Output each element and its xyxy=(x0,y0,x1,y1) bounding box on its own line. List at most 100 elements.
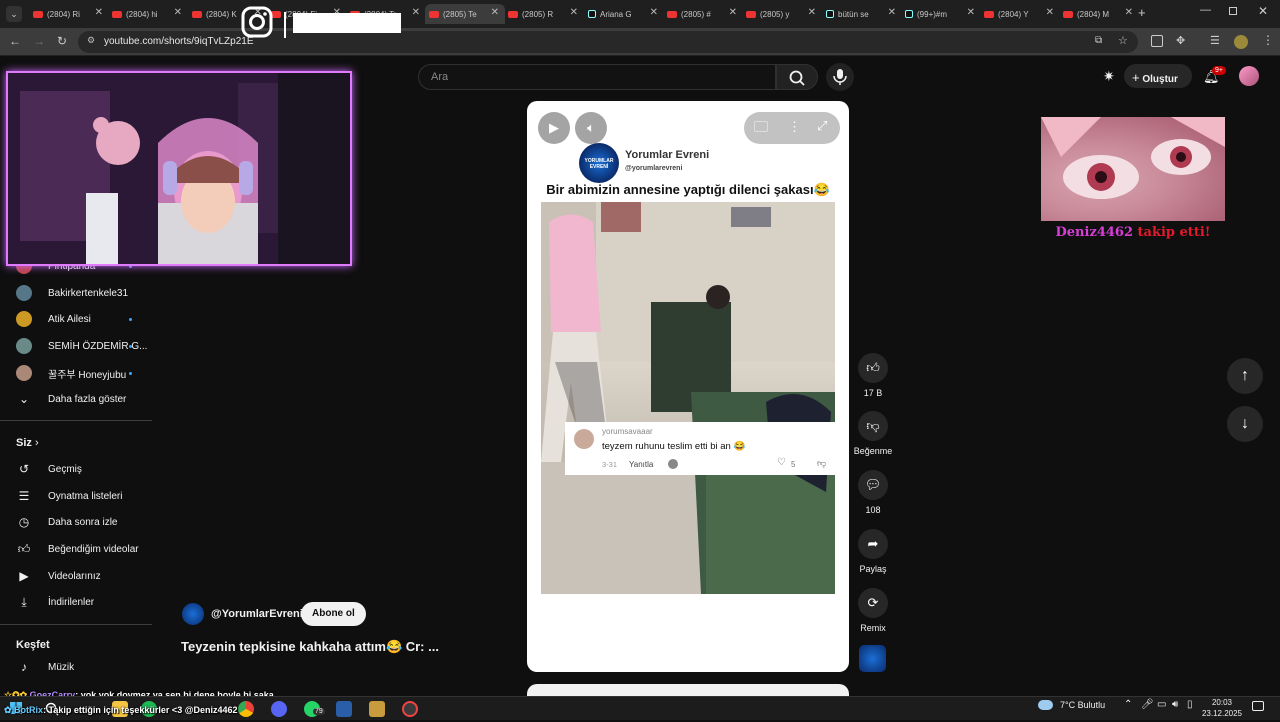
browser-tab[interactable]: (2804) Y ✕ xyxy=(980,4,1060,24)
you-section-header[interactable]: Siz › xyxy=(16,437,39,449)
obs-icon[interactable] xyxy=(402,701,418,717)
sidebar-item-your-videos[interactable]: ▶ Videolarınız xyxy=(16,564,100,588)
browser-tab[interactable]: (2804) M ✕ xyxy=(1059,4,1139,24)
extension-icon[interactable] xyxy=(1151,35,1163,47)
url-field[interactable]: ⚙ youtube.com/shorts/9iqTvLZp21E ⧉ ☆ xyxy=(78,31,1138,53)
video-scene xyxy=(541,202,835,594)
speaker-icon[interactable]: 🔊︎ xyxy=(1172,699,1178,710)
microphone-tray-icon[interactable]: 🎤︎ xyxy=(1141,699,1154,710)
browser-tab[interactable]: (2804) hi ✕ xyxy=(108,4,188,24)
sidebar-subscription[interactable]: Bakirkertenkele31 xyxy=(16,281,128,305)
close-tab-icon[interactable]: ✕ xyxy=(491,7,499,18)
dislike-button[interactable]: 👎︎ Beğenme xyxy=(852,411,894,456)
close-tab-icon[interactable]: ✕ xyxy=(808,7,816,18)
voice-search-button[interactable] xyxy=(826,63,854,91)
fullscreen-icon[interactable]: ⤢ xyxy=(817,118,827,134)
show-more-label: Daha fazla göster xyxy=(48,393,127,405)
battery-icon[interactable]: ▯ xyxy=(1187,699,1193,710)
new-tab-icon[interactable]: + xyxy=(1138,5,1146,20)
clock[interactable]: 20:03 23.12.2025 xyxy=(1200,697,1244,719)
browser-tab[interactable]: (2805) # ✕ xyxy=(663,4,743,24)
sidebar-item-downloads[interactable]: ⤓ İndirilenler xyxy=(16,590,94,614)
share-button[interactable]: ➦ Paylaş xyxy=(852,529,894,574)
close-tab-icon[interactable]: ✕ xyxy=(888,7,896,18)
play-button[interactable]: ▶ xyxy=(538,112,570,144)
like-count: 17 B xyxy=(863,388,883,398)
follow-message: takip etti! xyxy=(1137,225,1211,240)
search-button[interactable] xyxy=(776,64,818,90)
forward-icon[interactable]: → xyxy=(33,34,45,48)
show-more-button[interactable]: ⌄ Daha fazla göster xyxy=(16,387,126,411)
comment-reply: Yanıtla xyxy=(629,460,654,469)
browser-tab[interactable]: (2805) R ✕ xyxy=(504,4,584,24)
discord-icon[interactable] xyxy=(271,701,287,717)
close-tab-icon[interactable]: ✕ xyxy=(967,7,975,18)
divider xyxy=(0,420,152,421)
browser-tab[interactable]: Ariana G ✕ xyxy=(584,4,664,24)
sound-channel-avatar[interactable] xyxy=(859,645,886,672)
tiktok-icon xyxy=(826,10,834,18)
previous-short-button[interactable]: ↑ xyxy=(1227,358,1263,394)
browser-tab[interactable]: (2804) Ri ✕ xyxy=(29,4,109,24)
next-short-button[interactable]: ↓ xyxy=(1227,406,1263,442)
subscribe-button[interactable]: Abone ol xyxy=(301,602,366,626)
puzzle-icon[interactable]: ✥ xyxy=(1176,34,1185,47)
weather-text: 7°C Bulutlu xyxy=(1060,700,1106,710)
reload-icon[interactable]: ↻ xyxy=(57,34,67,48)
close-tab-icon[interactable]: ✕ xyxy=(729,7,737,18)
bookmark-star-icon[interactable]: ☆ xyxy=(1118,34,1128,47)
steam-icon[interactable] xyxy=(336,701,352,717)
close-tab-icon[interactable]: ✕ xyxy=(412,7,420,18)
volume-button[interactable]: 🔈︎ xyxy=(575,112,607,144)
sidebar-subscription[interactable]: Atik Ailesi xyxy=(16,307,91,331)
webcam-scene xyxy=(8,73,350,264)
close-tab-icon[interactable]: ✕ xyxy=(570,7,578,18)
sidebar-item-playlists[interactable]: ☰ Oynatma listeleri xyxy=(16,484,123,508)
league-icon[interactable] xyxy=(369,701,385,717)
sidebar-item-liked-videos[interactable]: 👍︎ Beğendiğim videolar xyxy=(16,537,139,561)
close-tab-icon[interactable]: ✕ xyxy=(1125,7,1133,18)
channel-name: SEMİH ÖZDEMİR G... xyxy=(48,340,148,352)
close-window-icon[interactable]: ✕ xyxy=(1258,4,1268,18)
sidebar-subscription[interactable]: SEMİH ÖZDEMİR G... xyxy=(16,334,147,358)
captions-icon[interactable] xyxy=(754,121,768,132)
browser-tab[interactable]: bütün se ✕ xyxy=(822,4,902,24)
youtube-studio-icon[interactable]: ✷ xyxy=(1103,68,1115,85)
site-info-icon[interactable]: ⚙ xyxy=(87,35,95,46)
sidebar-item-watch-later[interactable]: ◷ Daha sonra izle xyxy=(16,510,118,534)
sidebar-subscription[interactable]: 꿀주부 Honeyjubu xyxy=(16,361,126,385)
like-button[interactable]: 👍︎ 17 B xyxy=(852,353,894,398)
reading-list-icon[interactable]: ☰ xyxy=(1210,34,1220,47)
browser-tab[interactable]: (2805) y ✕ xyxy=(742,4,822,24)
comments-button[interactable]: 💬︎ 108 xyxy=(852,470,894,515)
tray-chevron-icon[interactable]: ⌃ xyxy=(1124,699,1132,710)
close-tab-icon[interactable]: ✕ xyxy=(1046,7,1054,18)
channel-handle[interactable]: @YorumlarEvrenii xyxy=(211,608,306,620)
channel-avatar[interactable] xyxy=(182,603,204,625)
restore-icon[interactable] xyxy=(1229,7,1237,15)
weather-widget[interactable]: 7°C Bulutlu xyxy=(1040,700,1105,710)
close-tab-icon[interactable]: ✕ xyxy=(95,7,103,18)
shorts-player[interactable]: ▶ 🔈︎ ⋮ ⤢ YORUMLAR EVRENİ Yorumlar Evreni… xyxy=(527,101,849,672)
browser-menu-icon[interactable]: ⋮ xyxy=(1262,33,1274,47)
profile-icon[interactable] xyxy=(1234,35,1248,49)
remix-button[interactable]: ⟳ Remix xyxy=(852,588,894,633)
search-input[interactable]: Ara xyxy=(418,64,776,90)
back-icon[interactable]: ← xyxy=(9,34,21,48)
short-title[interactable]: Teyzenin tepkisine kahkaha attım😂 Cr: ..… xyxy=(181,639,439,655)
browser-tab[interactable]: (2805) Te ✕ xyxy=(425,4,505,24)
avatar[interactable] xyxy=(1239,66,1259,86)
browser-tab[interactable]: (99+)#m ✕ xyxy=(901,4,981,24)
notification-center-icon[interactable] xyxy=(1252,701,1264,711)
sidebar-item-music[interactable]: ♪ Müzik xyxy=(16,655,74,679)
more-options-icon[interactable]: ⋮ xyxy=(788,119,801,135)
install-app-icon[interactable]: ⧉ xyxy=(1095,35,1102,46)
network-icon[interactable]: ▭ xyxy=(1157,699,1166,710)
sidebar-item-history[interactable]: ↺ Geçmiş xyxy=(16,457,82,481)
close-tab-icon[interactable]: ✕ xyxy=(650,7,658,18)
minimize-icon[interactable]: — xyxy=(1200,4,1211,16)
chrome-icon[interactable] xyxy=(238,701,254,717)
create-button[interactable]: + Oluştur xyxy=(1124,64,1192,88)
close-tab-icon[interactable]: ✕ xyxy=(174,7,182,18)
tab-search-icon[interactable]: ⌄ xyxy=(6,6,22,22)
